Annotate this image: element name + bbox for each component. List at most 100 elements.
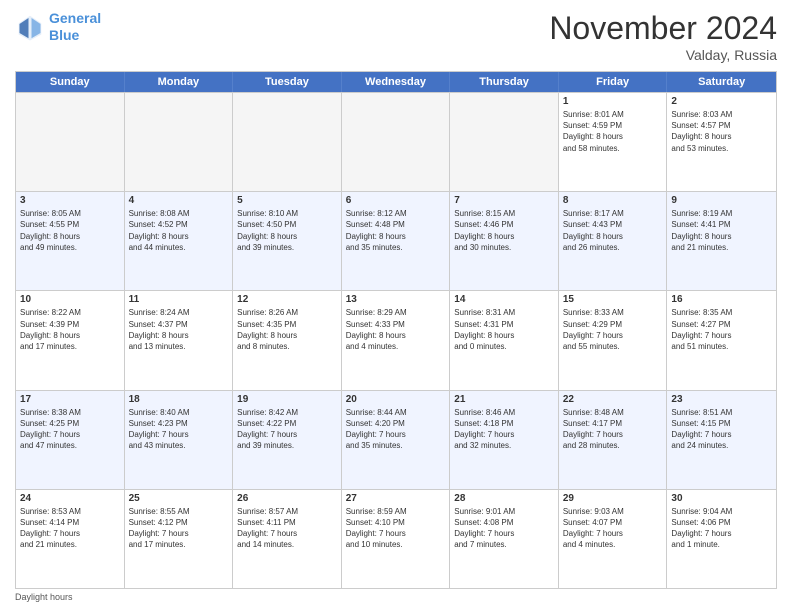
cell-daylight-info: Sunrise: 8:44 AM Sunset: 4:20 PM Dayligh… [346, 407, 446, 452]
cell-daylight-info: Sunrise: 8:55 AM Sunset: 4:12 PM Dayligh… [129, 506, 229, 551]
calendar-cell: 25 Sunrise: 8:55 AM Sunset: 4:12 PM Dayli… [125, 490, 234, 588]
day-number: 25 [129, 493, 229, 504]
cell-daylight-info: Sunrise: 8:51 AM Sunset: 4:15 PM Dayligh… [671, 407, 772, 452]
calendar-cell: 11 Sunrise: 8:24 AM Sunset: 4:37 PM Dayli… [125, 291, 234, 389]
day-number: 10 [20, 294, 120, 305]
calendar-cell: 13 Sunrise: 8:29 AM Sunset: 4:33 PM Dayli… [342, 291, 451, 389]
cell-daylight-info: Sunrise: 8:59 AM Sunset: 4:10 PM Dayligh… [346, 506, 446, 551]
cell-daylight-info: Sunrise: 8:31 AM Sunset: 4:31 PM Dayligh… [454, 307, 554, 352]
calendar-cell: 28 Sunrise: 9:01 AM Sunset: 4:08 PM Dayli… [450, 490, 559, 588]
calendar-cell [233, 93, 342, 191]
calendar-cell: 24 Sunrise: 8:53 AM Sunset: 4:14 PM Dayli… [16, 490, 125, 588]
logo-icon [15, 12, 45, 42]
calendar-row: 24 Sunrise: 8:53 AM Sunset: 4:14 PM Dayli… [16, 489, 776, 588]
day-number: 11 [129, 294, 229, 305]
calendar-cell: 10 Sunrise: 8:22 AM Sunset: 4:39 PM Dayli… [16, 291, 125, 389]
page: General Blue November 2024 Valday, Russi… [0, 0, 792, 612]
day-number: 27 [346, 493, 446, 504]
logo-line1: General [49, 10, 101, 26]
calendar-cell: 20 Sunrise: 8:44 AM Sunset: 4:20 PM Dayli… [342, 391, 451, 489]
calendar-cell: 27 Sunrise: 8:59 AM Sunset: 4:10 PM Dayli… [342, 490, 451, 588]
day-number: 22 [563, 394, 663, 405]
cell-daylight-info: Sunrise: 8:29 AM Sunset: 4:33 PM Dayligh… [346, 307, 446, 352]
calendar-cell: 5 Sunrise: 8:10 AM Sunset: 4:50 PM Daylig… [233, 192, 342, 290]
day-number: 16 [671, 294, 772, 305]
header-saturday: Saturday [667, 72, 776, 92]
calendar-cell: 29 Sunrise: 9:03 AM Sunset: 4:07 PM Dayli… [559, 490, 668, 588]
calendar-cell: 3Sunrise: 8:05 AM Sunset: 4:55 PM Daylig… [16, 192, 125, 290]
calendar-cell: 19Sunrise: 8:42 AM Sunset: 4:22 PM Dayli… [233, 391, 342, 489]
header-monday: Monday [125, 72, 234, 92]
day-number: 6 [346, 195, 446, 206]
day-number: 2 [671, 96, 772, 107]
calendar-cell: 16Sunrise: 8:35 AM Sunset: 4:27 PM Dayli… [667, 291, 776, 389]
day-number: 12 [237, 294, 337, 305]
calendar-cell: 30Sunrise: 9:04 AM Sunset: 4:06 PM Dayli… [667, 490, 776, 588]
day-number: 17 [20, 394, 120, 405]
calendar-body: 1 Sunrise: 8:01 AM Sunset: 4:59 PM Daylig… [16, 92, 776, 588]
cell-daylight-info: Sunrise: 8:46 AM Sunset: 4:18 PM Dayligh… [454, 407, 554, 452]
logo-line2: Blue [49, 27, 79, 43]
cell-daylight-info: Sunrise: 8:03 AM Sunset: 4:57 PM Dayligh… [671, 109, 772, 154]
calendar-cell: 2 Sunrise: 8:03 AM Sunset: 4:57 PM Daylig… [667, 93, 776, 191]
calendar-row: 17 Sunrise: 8:38 AM Sunset: 4:25 PM Dayli… [16, 390, 776, 489]
calendar-cell: 23Sunrise: 8:51 AM Sunset: 4:15 PM Dayli… [667, 391, 776, 489]
calendar-cell: 17 Sunrise: 8:38 AM Sunset: 4:25 PM Dayli… [16, 391, 125, 489]
day-number: 8 [563, 195, 663, 206]
calendar-cell: 9 Sunrise: 8:19 AM Sunset: 4:41 PM Daylig… [667, 192, 776, 290]
day-number: 19 [237, 394, 337, 405]
logo-text: General Blue [49, 10, 101, 44]
calendar-cell: 22 Sunrise: 8:48 AM Sunset: 4:17 PM Dayli… [559, 391, 668, 489]
cell-daylight-info: Sunrise: 8:10 AM Sunset: 4:50 PM Dayligh… [237, 208, 337, 253]
day-number: 28 [454, 493, 554, 504]
logo: General Blue [15, 10, 101, 44]
cell-daylight-info: Sunrise: 9:01 AM Sunset: 4:08 PM Dayligh… [454, 506, 554, 551]
subtitle: Valday, Russia [549, 47, 777, 63]
month-title: November 2024 [549, 10, 777, 47]
cell-daylight-info: Sunrise: 9:03 AM Sunset: 4:07 PM Dayligh… [563, 506, 663, 551]
day-number: 7 [454, 195, 554, 206]
calendar-cell: 7 Sunrise: 8:15 AM Sunset: 4:46 PM Daylig… [450, 192, 559, 290]
day-number: 3 [20, 195, 120, 206]
day-number: 13 [346, 294, 446, 305]
calendar-cell: 12 Sunrise: 8:26 AM Sunset: 4:35 PM Dayli… [233, 291, 342, 389]
cell-daylight-info: Sunrise: 8:15 AM Sunset: 4:46 PM Dayligh… [454, 208, 554, 253]
day-number: 9 [671, 195, 772, 206]
cell-daylight-info: Sunrise: 8:01 AM Sunset: 4:59 PM Dayligh… [563, 109, 663, 154]
day-number: 14 [454, 294, 554, 305]
day-number: 5 [237, 195, 337, 206]
day-number: 24 [20, 493, 120, 504]
cell-daylight-info: Sunrise: 8:53 AM Sunset: 4:14 PM Dayligh… [20, 506, 120, 551]
header-wednesday: Wednesday [342, 72, 451, 92]
calendar-header: Sunday Monday Tuesday Wednesday Thursday… [16, 72, 776, 92]
footer-note: Daylight hours [15, 592, 777, 602]
calendar-cell [16, 93, 125, 191]
day-number: 1 [563, 96, 663, 107]
cell-daylight-info: Sunrise: 8:38 AM Sunset: 4:25 PM Dayligh… [20, 407, 120, 452]
cell-daylight-info: Sunrise: 8:40 AM Sunset: 4:23 PM Dayligh… [129, 407, 229, 452]
cell-daylight-info: Sunrise: 8:22 AM Sunset: 4:39 PM Dayligh… [20, 307, 120, 352]
day-number: 20 [346, 394, 446, 405]
calendar-cell: 18 Sunrise: 8:40 AM Sunset: 4:23 PM Dayli… [125, 391, 234, 489]
cell-daylight-info: Sunrise: 8:24 AM Sunset: 4:37 PM Dayligh… [129, 307, 229, 352]
day-number: 18 [129, 394, 229, 405]
header-tuesday: Tuesday [233, 72, 342, 92]
cell-daylight-info: Sunrise: 8:26 AM Sunset: 4:35 PM Dayligh… [237, 307, 337, 352]
cell-daylight-info: Sunrise: 9:04 AM Sunset: 4:06 PM Dayligh… [671, 506, 772, 551]
cell-daylight-info: Sunrise: 8:48 AM Sunset: 4:17 PM Dayligh… [563, 407, 663, 452]
calendar-cell [125, 93, 234, 191]
header: General Blue November 2024 Valday, Russi… [15, 10, 777, 63]
header-sunday: Sunday [16, 72, 125, 92]
calendar-row: 10 Sunrise: 8:22 AM Sunset: 4:39 PM Dayli… [16, 290, 776, 389]
cell-daylight-info: Sunrise: 8:08 AM Sunset: 4:52 PM Dayligh… [129, 208, 229, 253]
cell-daylight-info: Sunrise: 8:19 AM Sunset: 4:41 PM Dayligh… [671, 208, 772, 253]
day-number: 21 [454, 394, 554, 405]
calendar-cell: 1 Sunrise: 8:01 AM Sunset: 4:59 PM Daylig… [559, 93, 668, 191]
calendar-cell [342, 93, 451, 191]
cell-daylight-info: Sunrise: 8:12 AM Sunset: 4:48 PM Dayligh… [346, 208, 446, 253]
day-number: 29 [563, 493, 663, 504]
header-friday: Friday [559, 72, 668, 92]
calendar-row: 3Sunrise: 8:05 AM Sunset: 4:55 PM Daylig… [16, 191, 776, 290]
calendar-cell: 6 Sunrise: 8:12 AM Sunset: 4:48 PM Daylig… [342, 192, 451, 290]
cell-daylight-info: Sunrise: 8:57 AM Sunset: 4:11 PM Dayligh… [237, 506, 337, 551]
